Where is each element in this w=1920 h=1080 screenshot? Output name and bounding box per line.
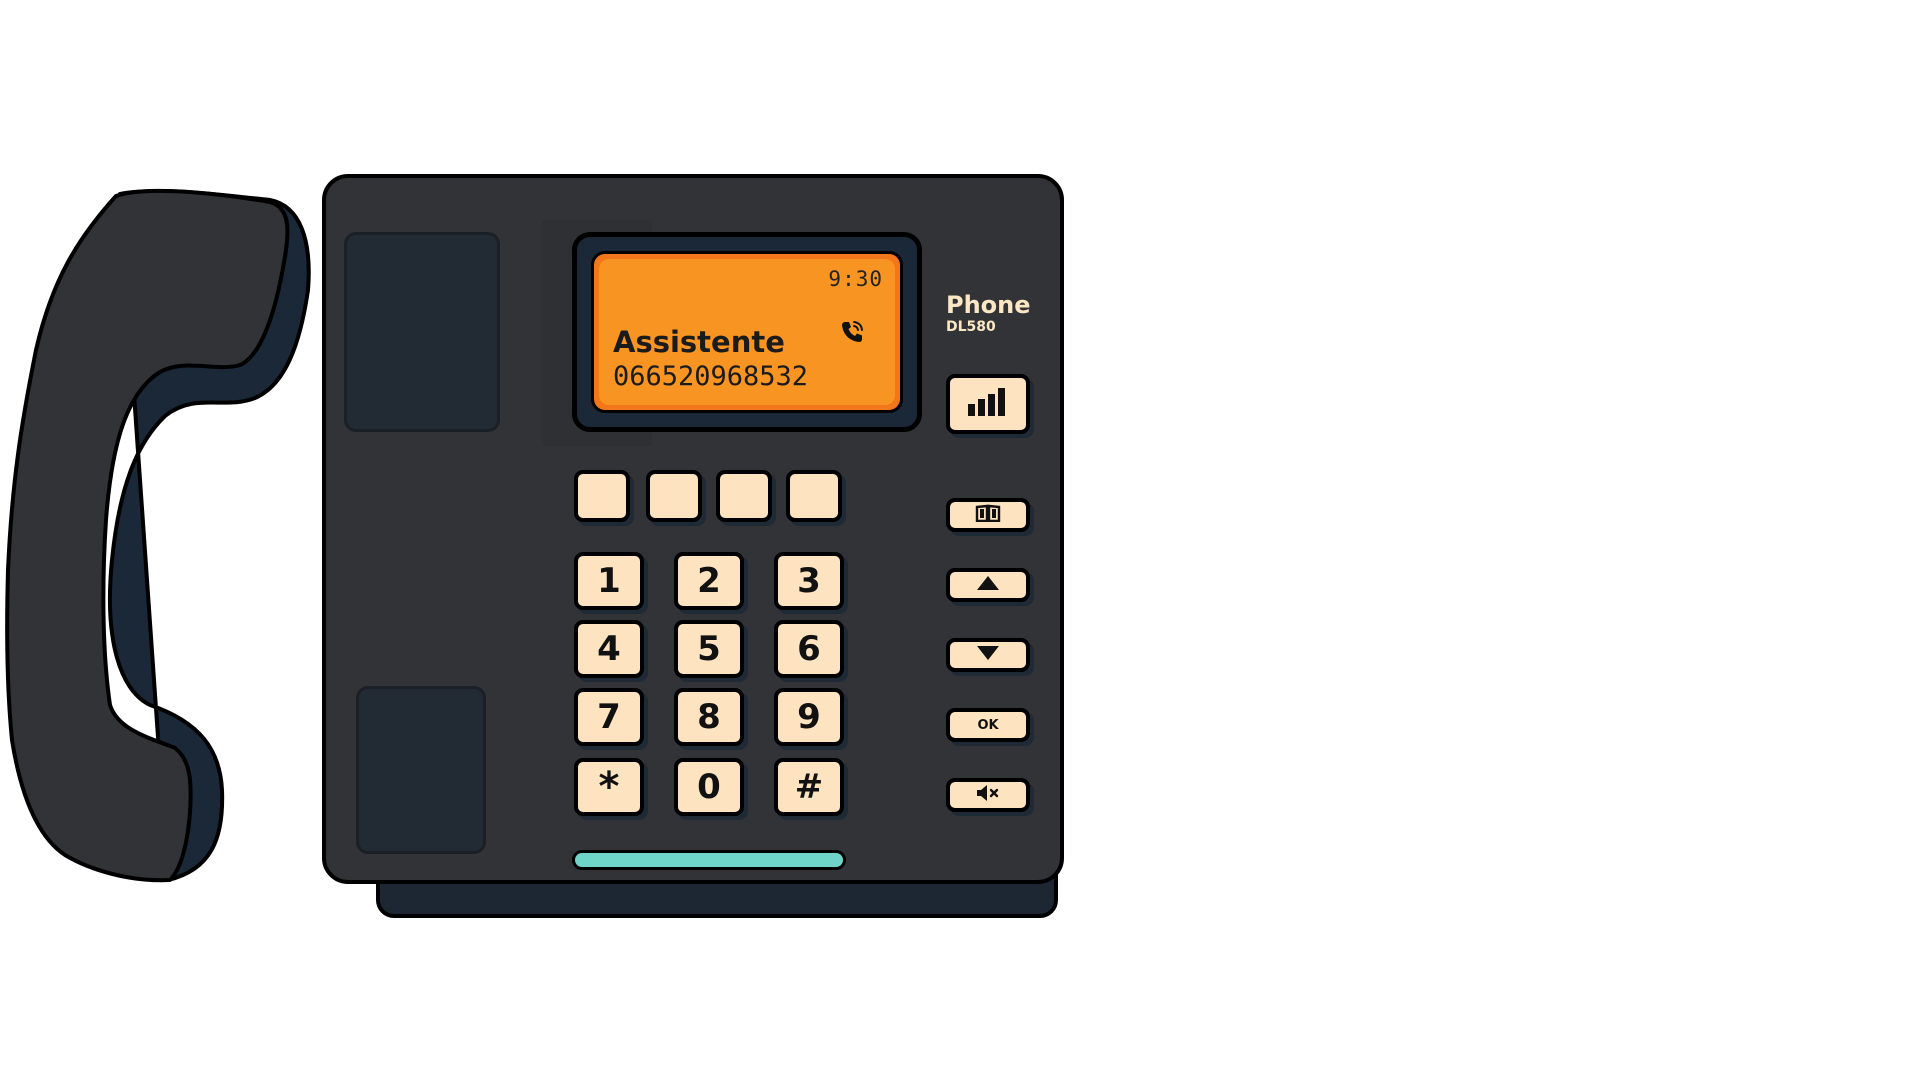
phonebook-button[interactable] bbox=[946, 498, 1030, 532]
clock: 9:30 bbox=[828, 267, 883, 291]
status-light-bar bbox=[572, 850, 846, 870]
signal-button[interactable] bbox=[946, 374, 1030, 434]
handset-body bbox=[5, 188, 290, 883]
signal-bars-icon bbox=[966, 388, 1010, 420]
phone-ringing-icon bbox=[839, 319, 865, 349]
handset[interactable] bbox=[0, 0, 330, 900]
key-hash[interactable]: # bbox=[774, 758, 844, 816]
caller-name: Assistente bbox=[613, 325, 785, 359]
book-icon bbox=[975, 504, 1001, 526]
arrow-down-icon bbox=[976, 645, 1000, 665]
key-4[interactable]: 4 bbox=[574, 620, 644, 678]
arrow-up-icon bbox=[976, 575, 1000, 595]
key-6[interactable]: 6 bbox=[774, 620, 844, 678]
key-0[interactable]: 0 bbox=[674, 758, 744, 816]
key-1[interactable]: 1 bbox=[574, 552, 644, 610]
phone-base: 9:30 Assistente 066520968532 Phone DL580… bbox=[322, 174, 1064, 884]
key-5[interactable]: 5 bbox=[674, 620, 744, 678]
soft-key-1[interactable] bbox=[574, 470, 630, 522]
speaker-panel-top bbox=[344, 232, 500, 432]
brand-name: Phone bbox=[946, 291, 1031, 319]
key-7[interactable]: 7 bbox=[574, 688, 644, 746]
key-8[interactable]: 8 bbox=[674, 688, 744, 746]
lcd-inner: 9:30 Assistente 066520968532 bbox=[599, 259, 895, 405]
caller-number: 066520968532 bbox=[613, 361, 809, 392]
key-star[interactable]: * bbox=[574, 758, 644, 816]
speaker-panel-bottom bbox=[356, 686, 486, 854]
up-button[interactable] bbox=[946, 568, 1030, 602]
lcd-screen: 9:30 Assistente 066520968532 bbox=[591, 251, 903, 413]
mute-button[interactable] bbox=[946, 778, 1030, 812]
ok-button[interactable]: OK bbox=[946, 708, 1030, 742]
soft-key-2[interactable] bbox=[646, 470, 702, 522]
brand-label: Phone DL580 bbox=[946, 292, 1031, 336]
soft-key-3[interactable] bbox=[716, 470, 772, 522]
key-2[interactable]: 2 bbox=[674, 552, 744, 610]
brand-model: DL580 bbox=[946, 319, 996, 335]
key-9[interactable]: 9 bbox=[774, 688, 844, 746]
key-3[interactable]: 3 bbox=[774, 552, 844, 610]
mute-icon bbox=[975, 784, 1001, 806]
soft-key-4[interactable] bbox=[786, 470, 842, 522]
down-button[interactable] bbox=[946, 638, 1030, 672]
display-bezel: 9:30 Assistente 066520968532 bbox=[572, 232, 922, 432]
